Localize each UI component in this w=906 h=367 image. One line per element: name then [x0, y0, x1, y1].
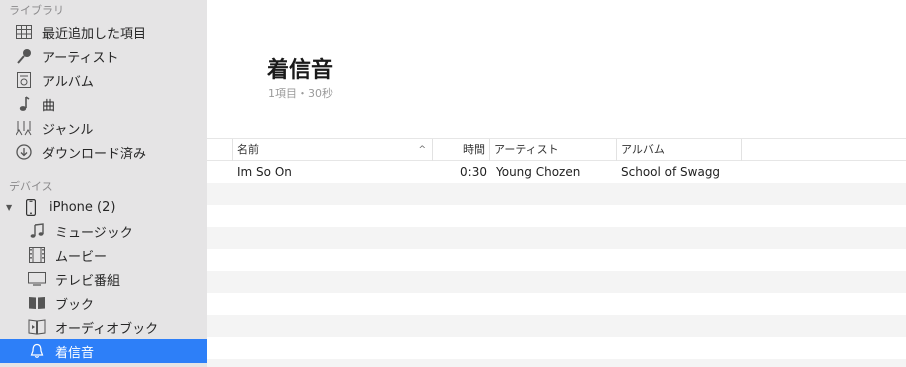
- table-header: 名前 ^ 時間 アーティスト アルバム: [207, 138, 906, 161]
- column-header-label: 時間: [463, 143, 485, 156]
- sidebar-item-label: 着信音: [55, 345, 95, 361]
- column-header-label: 名前: [237, 143, 259, 156]
- grid-icon: [15, 23, 33, 41]
- sidebar-item-label: 曲: [42, 98, 56, 114]
- sidebar-item-label: ブック: [55, 297, 95, 313]
- genre-icon: [15, 119, 33, 137]
- column-header-time[interactable]: 時間: [433, 139, 490, 161]
- column-header-album[interactable]: アルバム: [617, 139, 742, 161]
- sidebar-item-albums[interactable]: アルバム: [0, 68, 207, 92]
- cell-artist: Young Chozen: [496, 165, 581, 179]
- sidebar-item-books[interactable]: ブック: [0, 291, 207, 315]
- sidebar-item-recently-added[interactable]: 最近追加した項目: [0, 20, 207, 44]
- microphone-icon: [15, 47, 33, 65]
- sidebar-item-downloaded[interactable]: ダウンロード済み: [0, 140, 207, 164]
- download-icon: [15, 143, 33, 161]
- sidebar: ライブラリ 最近追加した項目 アーティスト アルバム 曲 ジャンル ダウンロード…: [0, 0, 207, 367]
- empty-row: [207, 183, 906, 205]
- sidebar-item-label: ムービー: [55, 249, 108, 265]
- empty-row: [207, 337, 906, 359]
- sidebar-item-songs[interactable]: 曲: [0, 92, 207, 116]
- empty-row: [207, 359, 906, 367]
- sidebar-item-label: ミュージック: [55, 225, 133, 241]
- main-content: 着信音 1項目・30秒 名前 ^ 時間 アーティスト アルバム Im So On…: [207, 0, 906, 367]
- table-row[interactable]: Im So On 0:30 Young Chozen School of Swa…: [207, 161, 906, 183]
- sidebar-item-label: テレビ番組: [55, 273, 121, 289]
- sidebar-item-label: ダウンロード済み: [42, 146, 147, 162]
- sidebar-item-tv-shows[interactable]: テレビ番組: [0, 267, 207, 291]
- devices-section-header: デバイス: [9, 180, 53, 193]
- music-note-icon: [15, 95, 33, 113]
- music-icon: [28, 222, 46, 240]
- iphone-icon: [22, 198, 40, 216]
- empty-row: [207, 205, 906, 227]
- sidebar-item-label: 最近追加した項目: [42, 26, 147, 42]
- sort-ascending-icon: ^: [418, 145, 426, 155]
- empty-row: [207, 249, 906, 271]
- film-icon: [28, 246, 46, 264]
- sidebar-item-label: アルバム: [42, 74, 94, 90]
- tv-icon: [28, 270, 46, 288]
- audiobook-icon: [28, 318, 46, 336]
- sidebar-item-ringtones[interactable]: 着信音: [0, 339, 207, 363]
- book-icon: [28, 294, 46, 312]
- empty-row: [207, 227, 906, 249]
- empty-row: [207, 271, 906, 293]
- sidebar-item-music[interactable]: ミュージック: [0, 219, 207, 243]
- sidebar-item-genres[interactable]: ジャンル: [0, 116, 207, 140]
- cell-time: 0:30: [460, 165, 487, 179]
- column-header-label: アーティスト: [494, 143, 559, 156]
- sidebar-item-label: オーディオブック: [55, 321, 159, 337]
- empty-row: [207, 315, 906, 337]
- disclosure-triangle-icon[interactable]: ▼: [6, 203, 16, 212]
- bell-icon: [28, 342, 46, 360]
- column-header-label: アルバム: [621, 143, 665, 156]
- sidebar-item-label: ジャンル: [42, 122, 94, 138]
- sidebar-item-movies[interactable]: ムービー: [0, 243, 207, 267]
- page-subtitle: 1項目・30秒: [268, 87, 333, 100]
- album-icon: [15, 71, 33, 89]
- sidebar-item-iphone[interactable]: ▼ iPhone (2): [0, 195, 207, 219]
- column-header-artist[interactable]: アーティスト: [490, 139, 617, 161]
- cell-name: Im So On: [237, 165, 292, 179]
- empty-row: [207, 293, 906, 315]
- itunes-window: ライブラリ 最近追加した項目 アーティスト アルバム 曲 ジャンル ダウンロード…: [0, 0, 906, 367]
- column-header-spacer: [207, 139, 233, 161]
- sidebar-item-audiobooks[interactable]: オーディオブック: [0, 315, 207, 339]
- sidebar-item-label: iPhone (2): [49, 199, 116, 215]
- library-section-header: ライブラリ: [9, 4, 64, 17]
- column-header-name[interactable]: 名前 ^: [233, 139, 433, 161]
- sidebar-item-artists[interactable]: アーティスト: [0, 44, 207, 68]
- cell-album: School of Swagg: [621, 165, 721, 179]
- sidebar-item-label: アーティスト: [42, 50, 119, 66]
- page-title: 着信音: [267, 58, 334, 83]
